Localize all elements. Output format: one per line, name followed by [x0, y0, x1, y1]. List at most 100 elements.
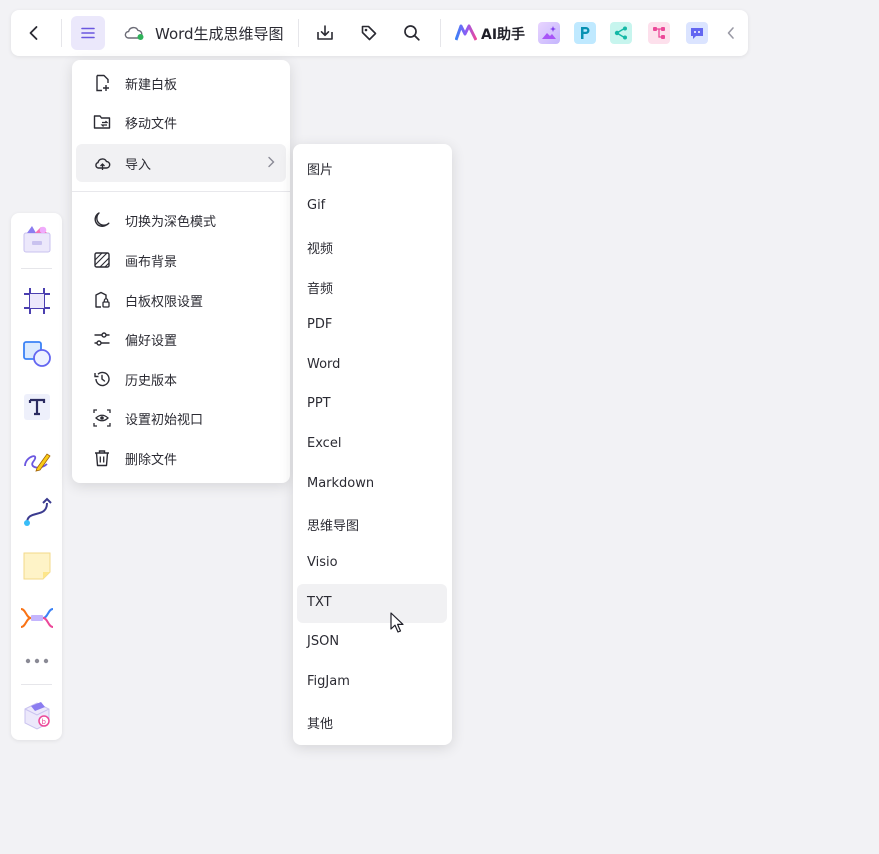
submenu-item-label: Excel: [307, 436, 342, 451]
hamburger-menu-icon: [81, 27, 95, 39]
plugin-icon: b: [24, 701, 50, 730]
menu-item-label: 删除文件: [125, 453, 178, 468]
submenu-item-label: 其他: [307, 717, 334, 732]
menu-item-move-file[interactable]: 移动文件: [76, 103, 286, 141]
back-arrow-icon: [29, 26, 38, 40]
mindmap-app-icon[interactable]: [610, 22, 632, 44]
mindmap-tool[interactable]: [18, 599, 55, 636]
import-mindmap[interactable]: 思维导图: [297, 504, 447, 543]
document-title[interactable]: Word生成思维导图: [155, 23, 284, 44]
menu-item-canvas-background[interactable]: 画布背景: [76, 241, 286, 279]
mouse-pointer-icon: [390, 612, 404, 633]
canvas-background-icon: [94, 252, 110, 268]
toolbar-divider: [61, 19, 62, 47]
text-tool[interactable]: [18, 388, 55, 425]
menu-divider: [72, 191, 290, 192]
trash-icon: [95, 450, 109, 467]
import-figjam[interactable]: FigJam: [297, 663, 447, 702]
pen-icon: [23, 452, 51, 472]
new-board-icon: [96, 74, 109, 92]
menu-item-import[interactable]: 导入: [76, 144, 286, 182]
shape-icon: [22, 340, 51, 367]
connector-icon: [23, 497, 52, 526]
submenu-item-label: Gif: [307, 198, 326, 213]
search-icon: [404, 25, 420, 41]
menu-item-label: 导入: [125, 158, 152, 173]
pen-tool[interactable]: [18, 441, 55, 478]
menu-item-label: 白板权限设置: [125, 295, 204, 310]
sliders-icon: [94, 332, 110, 346]
p-app-icon[interactable]: [574, 22, 596, 44]
menu-item-label: 移动文件: [125, 117, 178, 132]
submenu-item-label: TXT: [307, 595, 332, 610]
shape-tool[interactable]: [18, 335, 55, 372]
sticky-note-tool[interactable]: [18, 547, 55, 584]
tag-button[interactable]: [352, 16, 386, 50]
menu-item-initial-viewport[interactable]: 设置初始视口: [76, 399, 286, 437]
import-video[interactable]: 视频: [297, 227, 447, 266]
history-icon: [94, 371, 110, 387]
main-menu: 新建白板 移动文件 导入 切换为深色模式 画布背景 白板权限设置 偏好设置 历史…: [72, 60, 290, 483]
submenu-item-label: Word: [307, 357, 341, 372]
menu-item-preferences[interactable]: 偏好设置: [76, 320, 286, 358]
more-tools-button[interactable]: [18, 642, 55, 679]
frame-icon: [23, 287, 50, 314]
chat-app-icon[interactable]: [686, 22, 708, 44]
template-tool[interactable]: [18, 220, 55, 257]
permission-lock-icon: [95, 291, 110, 308]
submenu-item-label: FigJam: [307, 674, 350, 689]
menu-item-dark-mode[interactable]: 切换为深色模式: [76, 201, 286, 239]
menu-item-permission[interactable]: 白板权限设置: [76, 281, 286, 319]
import-txt[interactable]: TXT: [297, 584, 447, 623]
submenu-item-label: JSON: [307, 634, 340, 649]
toolbar-divider: [298, 19, 299, 47]
ai-assistant-button[interactable]: AI助手: [481, 24, 525, 44]
move-folder-icon: [93, 115, 111, 129]
rail-divider: [21, 684, 52, 685]
import-markdown[interactable]: Markdown: [297, 465, 447, 504]
ai-image-icon[interactable]: [538, 22, 560, 44]
chevron-right-icon: [268, 156, 275, 168]
svg-text:b: b: [41, 718, 46, 726]
import-audio[interactable]: 音频: [297, 267, 447, 306]
import-excel[interactable]: Excel: [297, 425, 447, 464]
import-visio[interactable]: Visio: [297, 544, 447, 583]
collapse-chevron-icon[interactable]: [725, 25, 737, 45]
menu-item-delete-file[interactable]: 删除文件: [76, 439, 286, 477]
text-icon: [23, 393, 50, 420]
import-json[interactable]: JSON: [297, 623, 447, 662]
import-pdf[interactable]: PDF: [297, 306, 447, 345]
submenu-item-label: 思维导图: [307, 519, 360, 534]
back-button[interactable]: [17, 16, 51, 50]
import-image[interactable]: 图片: [297, 148, 447, 187]
template-icon: [23, 225, 50, 252]
connector-tool[interactable]: [18, 494, 55, 531]
rail-divider: [21, 268, 52, 269]
main-menu-button[interactable]: [71, 16, 105, 50]
toolbar-divider: [440, 19, 441, 47]
mindmap-icon: [20, 607, 53, 628]
sticky-note-icon: [23, 552, 50, 579]
search-button[interactable]: [395, 16, 429, 50]
plugin-tool[interactable]: b: [18, 696, 55, 733]
cloud-sync-icon: [123, 24, 145, 46]
import-submenu: 图片 Gif 视频 音频 PDF Word PPT Excel Markdown…: [293, 144, 452, 745]
import-other[interactable]: 其他: [297, 702, 447, 741]
flowchart-app-icon[interactable]: [648, 22, 670, 44]
import-word[interactable]: Word: [297, 346, 447, 385]
menu-item-history[interactable]: 历史版本: [76, 360, 286, 398]
import-gif[interactable]: Gif: [297, 187, 447, 226]
top-toolbar: Word生成思维导图 AI助手: [11, 10, 748, 56]
ai-logo-icon[interactable]: [454, 24, 478, 46]
menu-item-new-board[interactable]: 新建白板: [76, 64, 286, 102]
tag-icon: [361, 25, 377, 41]
menu-item-label: 偏好设置: [125, 334, 178, 349]
submenu-item-label: Markdown: [307, 476, 375, 491]
more-icon: [25, 658, 48, 663]
menu-item-label: 画布背景: [125, 255, 178, 270]
submenu-item-label: 视频: [307, 242, 334, 257]
import-ppt[interactable]: PPT: [297, 385, 447, 424]
frame-tool[interactable]: [18, 282, 55, 319]
download-button[interactable]: [308, 16, 342, 50]
cloud-upload-icon: [95, 158, 111, 170]
